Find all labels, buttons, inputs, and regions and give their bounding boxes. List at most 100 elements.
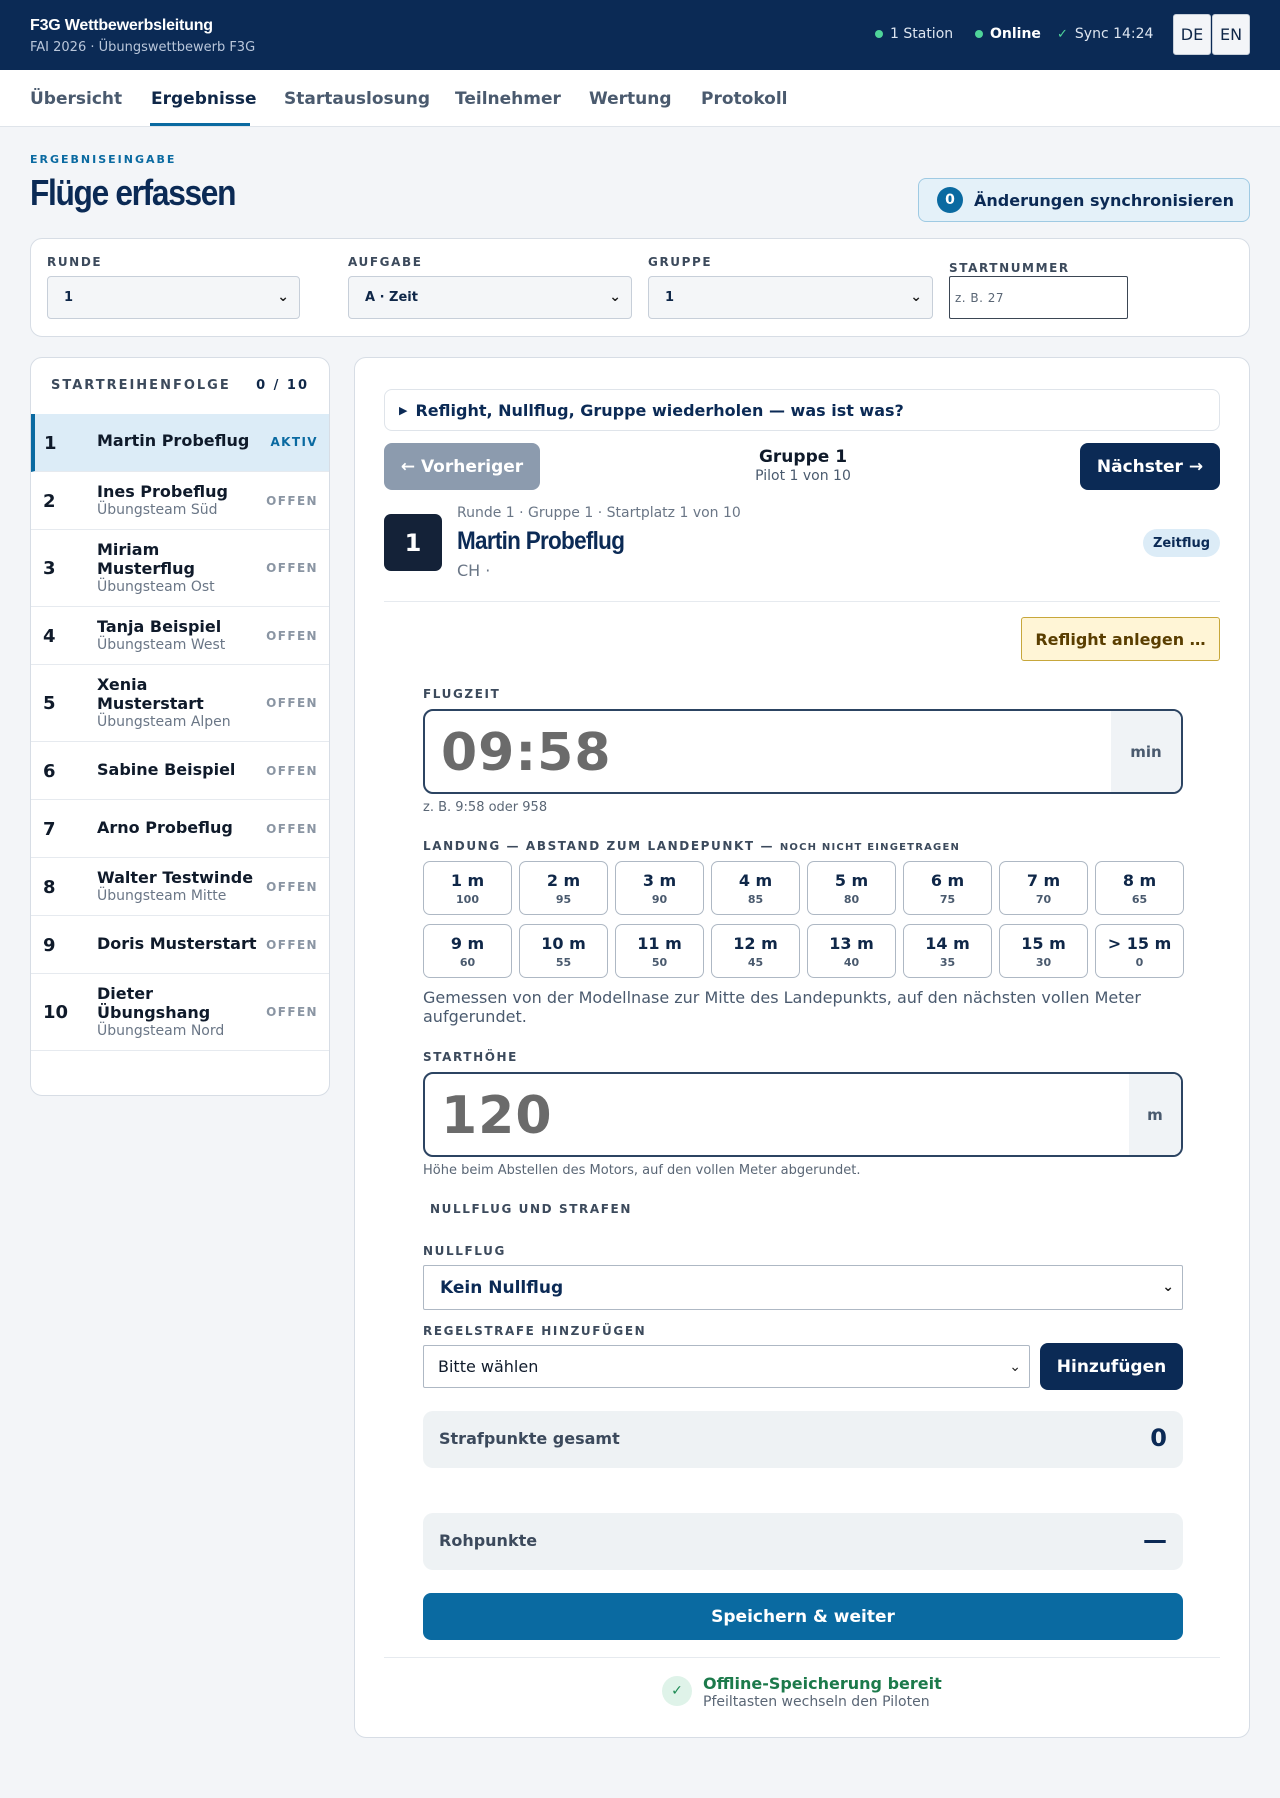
check-icon: ✓ [1057, 26, 1068, 42]
landing-option-points: 55 [555, 956, 572, 969]
tab-wertung[interactable]: Wertung [589, 89, 672, 109]
landing-option-points: 75 [939, 893, 956, 906]
tab-uebersicht[interactable]: Übersicht [30, 89, 122, 109]
landing-option-points: 35 [939, 956, 956, 969]
null-flight-select[interactable]: Kein Nullflug ⌄ [423, 1265, 1183, 1310]
landing-option-button[interactable]: 6 m 75 [903, 861, 992, 915]
online-dot-icon [975, 30, 983, 38]
round-select[interactable]: 1 ⌄ [47, 276, 300, 319]
offline-status-title: Offline-Speicherung bereit [703, 1674, 942, 1693]
landing-option-button[interactable]: 3 m 90 [615, 861, 704, 915]
chevron-down-icon: ⌄ [1162, 1279, 1174, 1295]
lang-de-button[interactable]: DE [1173, 14, 1211, 55]
landing-option-points: 50 [651, 956, 668, 969]
start-number-input[interactable]: z. B. 27 [949, 276, 1128, 319]
sync-status: ✓ Sync 14:24 [1057, 26, 1153, 42]
pilot-row[interactable]: 8 Walter Testwinde Übungsteam Mitte OFFE… [31, 858, 329, 916]
tab-protokoll[interactable]: Protokoll [701, 89, 788, 109]
landing-description: Gemessen von der Modellnase zur Mitte de… [423, 988, 1141, 1026]
penalty-select[interactable]: Bitte wählen ⌄ [423, 1345, 1030, 1388]
landing-option-button[interactable]: 2 m 95 [519, 861, 608, 915]
group-label: GRUPPE [648, 255, 713, 269]
flight-time-input[interactable]: 09:58 min [423, 709, 1183, 794]
page-title: Flüge erfassen [30, 172, 236, 213]
flight-time-label: FLUGZEIT [423, 687, 501, 701]
tab-ergebnisse[interactable]: Ergebnisse [151, 89, 257, 109]
landing-option-distance: 1 m [450, 871, 485, 890]
pilot-row[interactable]: 1 Martin Probeflug AKTIV [31, 414, 329, 472]
tab-startauslosung[interactable]: Startauslosung [284, 89, 430, 109]
landing-option-points: 0 [1135, 956, 1144, 969]
lang-en-button[interactable]: EN [1212, 14, 1250, 55]
sync-changes-button[interactable]: 0 Änderungen synchronisieren [918, 178, 1250, 222]
pilot-row[interactable]: 7 Arno Probeflug OFFEN [31, 800, 329, 858]
landing-option-button[interactable]: 9 m 60 [423, 924, 512, 978]
online-status: Online [975, 26, 1041, 42]
pilot-team: Übungsteam Ost [97, 579, 215, 595]
flight-time-value: 09:58 [441, 723, 612, 783]
task-label: AUFGABE [348, 255, 423, 269]
pilot-status: OFFEN [266, 494, 318, 508]
start-number-label: STARTNUMMER [949, 261, 1070, 275]
landing-option-button[interactable]: 15 m 30 [999, 924, 1088, 978]
landing-option-button[interactable]: 11 m 50 [615, 924, 704, 978]
round-label: RUNDE [47, 255, 103, 269]
app-title: F3G Wettbewerbsleitung [30, 17, 213, 34]
pilot-number: 9 [43, 935, 56, 956]
pilot-number: 8 [43, 877, 56, 898]
landing-option-distance: 9 m [450, 934, 485, 953]
landing-option-button[interactable]: 5 m 80 [807, 861, 896, 915]
divider [384, 1657, 1220, 1658]
previous-pilot-button[interactable]: ← Vorheriger [384, 443, 540, 490]
pilot-team: Übungsteam West [97, 637, 226, 653]
landing-option-points: 40 [843, 956, 860, 969]
landing-option-button[interactable]: 10 m 55 [519, 924, 608, 978]
pilot-row[interactable]: 5 Xenia Musterstart Übungsteam Alpen OFF… [31, 665, 329, 742]
landing-option-button[interactable]: > 15 m 0 [1095, 924, 1184, 978]
task-select[interactable]: A · Zeit ⌄ [348, 276, 632, 319]
tab-teilnehmer[interactable]: Teilnehmer [455, 89, 561, 109]
pilot-row[interactable]: 3 Miriam Musterflug Übungsteam Ost OFFEN [31, 530, 329, 607]
landing-option-button[interactable]: 13 m 40 [807, 924, 896, 978]
pilot-row[interactable]: 6 Sabine Beispiel OFFEN [31, 742, 329, 800]
landing-option-distance: 6 m [930, 871, 965, 890]
divider [384, 601, 1220, 602]
pilot-row[interactable]: 10 Dieter Übungshang Übungsteam Nord OFF… [31, 974, 329, 1051]
start-height-input[interactable]: 120 m [423, 1072, 1183, 1157]
landing-option-button[interactable]: 7 m 70 [999, 861, 1088, 915]
landing-option-button[interactable]: 1 m 100 [423, 861, 512, 915]
landing-option-button[interactable]: 12 m 45 [711, 924, 800, 978]
pilot-team: Übungsteam Mitte [97, 888, 227, 904]
landing-option-button[interactable]: 4 m 85 [711, 861, 800, 915]
landing-label: LANDUNG — ABSTAND ZUM LANDEPUNKT — NOCH … [423, 839, 960, 853]
pilot-number: 7 [43, 819, 56, 840]
task-value: A · Zeit [365, 290, 418, 305]
create-reflight-button[interactable]: Reflight anlegen … [1021, 617, 1220, 661]
pilot-number: 6 [43, 761, 56, 782]
pilot-row[interactable]: 2 Ines Probeflug Übungsteam Süd OFFEN [31, 472, 329, 530]
landing-option-button[interactable]: 8 m 65 [1095, 861, 1184, 915]
landing-option-button[interactable]: 14 m 35 [903, 924, 992, 978]
help-disclosure[interactable]: ▶ Reflight, Nullflug, Gruppe wiederholen… [384, 389, 1220, 431]
pilot-row[interactable]: 9 Doris Musterstart OFFEN [31, 916, 329, 974]
active-tab-indicator [150, 123, 250, 126]
raw-points-value: — [1143, 1526, 1167, 1554]
start-order-sidebar: STARTREIHENFOLGE 0 / 10 1 Martin Probefl… [30, 357, 330, 1096]
next-pilot-button[interactable]: Nächster → [1080, 443, 1220, 490]
group-select[interactable]: 1 ⌄ [648, 276, 933, 319]
add-penalty-button[interactable]: Hinzufügen [1040, 1343, 1183, 1390]
landing-option-distance: 3 m [642, 871, 677, 890]
pilot-status: OFFEN [266, 822, 318, 836]
pilot-name: Sabine Beispiel [97, 760, 236, 779]
pilot-status: OFFEN [266, 938, 318, 952]
penalty-section-heading: NULLFLUG UND STRAFEN [430, 1202, 632, 1216]
status-dot-icon [875, 30, 883, 38]
pilot-number: 10 [43, 1002, 69, 1023]
penalty-total-box: Strafpunkte gesamt 0 [423, 1411, 1183, 1468]
pilot-name: Miriam Musterflug [97, 540, 195, 578]
flight-time-unit: min [1111, 711, 1181, 792]
pilot-number: 1 [44, 433, 57, 454]
save-and-next-button[interactable]: Speichern & weiter [423, 1593, 1183, 1640]
landing-option-points: 80 [843, 893, 860, 906]
pilot-row[interactable]: 4 Tanja Beispiel Übungsteam West OFFEN [31, 607, 329, 665]
